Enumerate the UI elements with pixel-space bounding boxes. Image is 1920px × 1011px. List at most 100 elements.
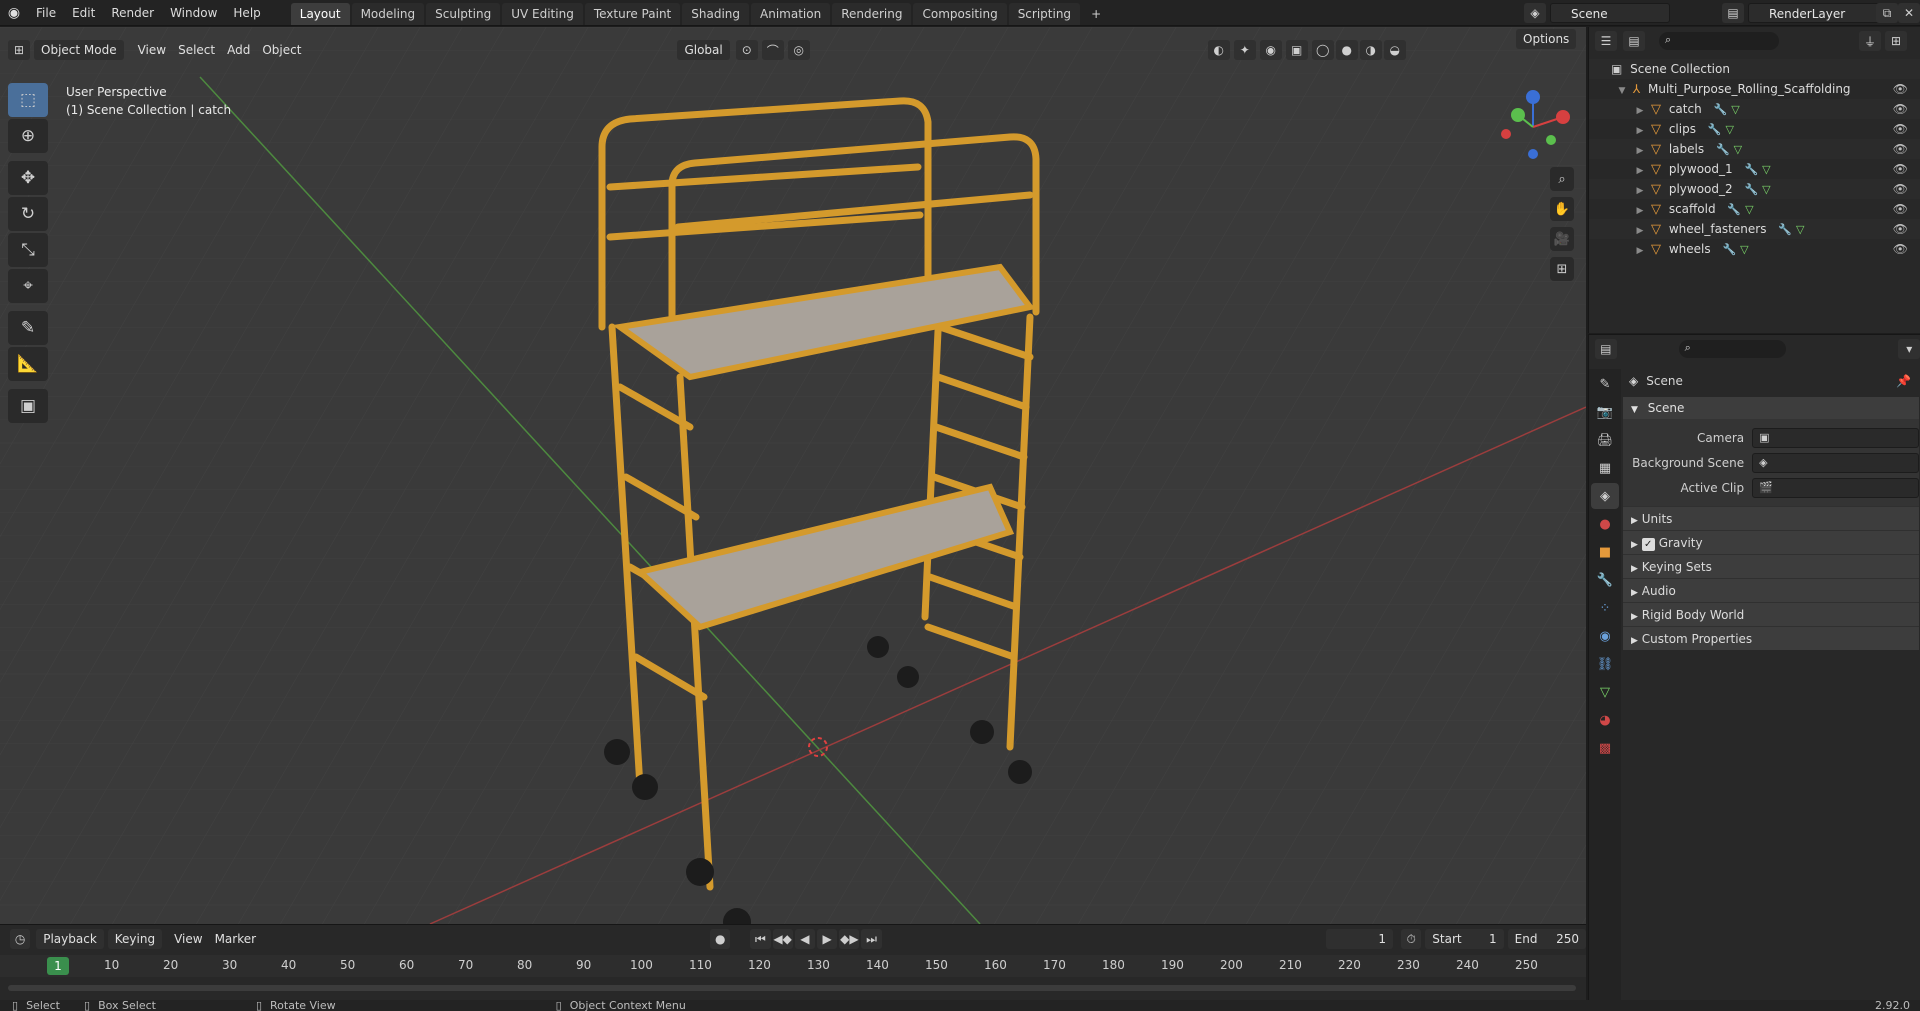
viewport-menu-add[interactable]: Add <box>221 40 256 60</box>
zoom-icon[interactable]: ⌕ <box>1550 167 1574 191</box>
playback-menu[interactable]: Playback <box>36 929 104 949</box>
active-clip-field[interactable]: 🎬 <box>1752 477 1919 498</box>
physics-tab-icon[interactable]: ◉ <box>1591 623 1619 649</box>
tab-uv-editing[interactable]: UV Editing <box>502 2 583 25</box>
data-tab-icon[interactable]: ▽ <box>1591 679 1619 705</box>
camera-view-icon[interactable]: 🎥 <box>1550 227 1574 251</box>
gravity-checkbox[interactable]: ✓ <box>1641 538 1655 551</box>
particles-tab-icon[interactable]: ⁘ <box>1591 595 1619 621</box>
modifier-tab-icon[interactable]: 🔧 <box>1591 567 1619 593</box>
eye-icon[interactable]: 👁 <box>1893 239 1908 259</box>
menu-window[interactable]: Window <box>162 0 225 26</box>
timeline-scrollbar[interactable] <box>8 985 1576 991</box>
world-tab-icon[interactable]: ● <box>1591 511 1619 537</box>
properties-search-input[interactable]: ⌕ <box>1678 340 1787 358</box>
eye-icon[interactable]: 👁 <box>1893 99 1908 119</box>
outliner-item-plywood-2[interactable]: ▶ ▽ plywood_2 🔧 ▽ 👁 <box>1589 179 1920 199</box>
select-box-tool[interactable]: ⬚ <box>8 83 48 117</box>
properties-options-icon[interactable]: ▾ <box>1898 339 1920 359</box>
collapse-arrow-icon[interactable]: ▶ <box>1633 161 1647 181</box>
background-scene-field[interactable]: ◈ <box>1752 452 1919 473</box>
transform-tool[interactable]: ⌖ <box>8 269 48 303</box>
eye-icon[interactable]: 👁 <box>1893 219 1908 239</box>
eye-icon[interactable]: 👁 <box>1893 79 1908 99</box>
transform-orientation-dropdown[interactable]: Global <box>677 40 730 60</box>
outliner-search-input[interactable]: ⌕ <box>1659 32 1779 50</box>
tool-tab-icon[interactable]: ✎ <box>1591 371 1619 397</box>
playhead[interactable]: 1 <box>47 957 69 975</box>
expand-arrow-icon[interactable]: ▼ <box>1615 81 1629 101</box>
mode-dropdown[interactable]: Object Mode <box>34 40 124 60</box>
menu-help[interactable]: Help <box>225 0 268 26</box>
scene-collection-row[interactable]: ▣ Scene Collection <box>1589 59 1920 79</box>
eye-icon[interactable]: 👁 <box>1893 119 1908 139</box>
record-icon[interactable]: ● <box>710 929 731 949</box>
play-reverse-icon[interactable]: ◀ <box>794 929 815 949</box>
tab-animation[interactable]: Animation <box>751 2 831 25</box>
add-cube-tool[interactable]: ▣ <box>8 389 48 423</box>
outliner-editor-icon[interactable]: ☰ <box>1595 31 1617 51</box>
scene-tab-icon[interactable]: ◈ <box>1591 483 1619 509</box>
move-tool[interactable]: ✥ <box>8 161 48 195</box>
timeline-editor-icon[interactable]: ◷ <box>10 929 31 949</box>
rotate-tool[interactable]: ↻ <box>8 197 48 231</box>
tab-sculpting[interactable]: Sculpting <box>426 2 501 25</box>
keying-sets-panel[interactable]: ▶ Keying Sets <box>1623 554 1919 578</box>
units-panel[interactable]: ▶ Units <box>1623 506 1919 530</box>
remove-layer-icon[interactable]: ✕ <box>1898 3 1920 23</box>
pin-icon[interactable]: 📌 <box>1896 374 1911 388</box>
blender-logo-icon[interactable]: ◉ <box>0 5 28 21</box>
timeline-view-menu[interactable]: View <box>168 929 208 949</box>
tab-texture-paint[interactable]: Texture Paint <box>584 2 681 25</box>
collapse-arrow-icon[interactable]: ▶ <box>1633 201 1647 221</box>
eye-icon[interactable]: 👁 <box>1893 159 1908 179</box>
tab-rendering[interactable]: Rendering <box>832 2 912 25</box>
viewport-menu-object[interactable]: Object <box>256 40 307 60</box>
eye-icon[interactable]: 👁 <box>1893 179 1908 199</box>
tab-shading[interactable]: Shading <box>682 2 749 25</box>
snap-icon[interactable]: ⌒ <box>761 40 784 60</box>
end-frame-field[interactable]: End 250 <box>1507 929 1587 949</box>
marker-menu[interactable]: Marker <box>209 929 262 949</box>
tab-scripting[interactable]: Scripting <box>1008 2 1081 25</box>
pivot-icon[interactable]: ⊙ <box>735 40 758 60</box>
play-icon[interactable]: ▶ <box>817 929 838 949</box>
start-frame-field[interactable]: Start 1 <box>1425 929 1504 949</box>
scale-tool[interactable]: ⤡ <box>8 233 48 267</box>
collapse-arrow-icon[interactable]: ▶ <box>1633 101 1647 121</box>
preview-range-icon[interactable]: ⏱ <box>1401 929 1422 949</box>
tab-layout[interactable]: Layout <box>290 2 350 25</box>
texture-tab-icon[interactable]: ▩ <box>1591 735 1619 761</box>
render-tab-icon[interactable]: 📷 <box>1591 399 1619 425</box>
collection-row[interactable]: ▼ ⅄ Multi_Purpose_Rolling_Scaffolding 👁 <box>1589 79 1920 99</box>
prev-keyframe-icon[interactable]: ◀◆ <box>772 929 793 949</box>
xray-icon[interactable]: ▣ <box>1285 40 1308 60</box>
outliner-item-labels[interactable]: ▶ ▽ labels 🔧 ▽ 👁 <box>1589 139 1920 159</box>
output-tab-icon[interactable]: 🖨 <box>1591 427 1619 453</box>
custom-properties-panel[interactable]: ▶ Custom Properties <box>1623 626 1919 650</box>
properties-editor-icon[interactable]: ▤ <box>1595 339 1617 359</box>
options-button[interactable]: Options <box>1516 29 1577 49</box>
outliner-item-wheels[interactable]: ▶ ▽ wheels 🔧 ▽ 👁 <box>1589 239 1920 259</box>
outliner-item-plywood-1[interactable]: ▶ ▽ plywood_1 🔧 ▽ 👁 <box>1589 159 1920 179</box>
view-layer-tab-icon[interactable]: ▦ <box>1591 455 1619 481</box>
viewport-menu-view[interactable]: View <box>132 40 172 60</box>
new-layer-icon[interactable]: ⧉ <box>1876 3 1898 23</box>
keying-menu[interactable]: Keying <box>107 929 163 949</box>
gravity-panel[interactable]: ▶ ✓ Gravity <box>1623 530 1919 554</box>
annotate-tool[interactable]: ✎ <box>8 311 48 345</box>
measure-tool[interactable]: 📐 <box>8 347 48 381</box>
object-tab-icon[interactable]: ■ <box>1591 539 1619 565</box>
scene-selector[interactable]: ◈ Scene <box>1524 3 1670 23</box>
rigid-body-world-panel[interactable]: ▶ Rigid Body World <box>1623 602 1919 626</box>
3d-viewport[interactable]: ⊞ Object Mode View Select Add Object Glo… <box>0 27 1586 924</box>
gizmo-toggle-icon[interactable]: ✦ <box>1233 40 1256 60</box>
overlay-toggle-icon[interactable]: ◉ <box>1259 40 1282 60</box>
audio-panel[interactable]: ▶ Audio <box>1623 578 1919 602</box>
outliner-item-scaffold[interactable]: ▶ ▽ scaffold 🔧 ▽ 👁 <box>1589 199 1920 219</box>
new-collection-icon[interactable]: ⊞ <box>1885 31 1907 51</box>
render-layer-field[interactable]: RenderLayer <box>1748 3 1888 23</box>
viewport-menu-select[interactable]: Select <box>172 40 221 60</box>
outliner-item-wheel-fasteners[interactable]: ▶ ▽ wheel_fasteners 🔧 ▽ 👁 <box>1589 219 1920 239</box>
shading-solid-icon[interactable]: ● <box>1335 40 1358 60</box>
